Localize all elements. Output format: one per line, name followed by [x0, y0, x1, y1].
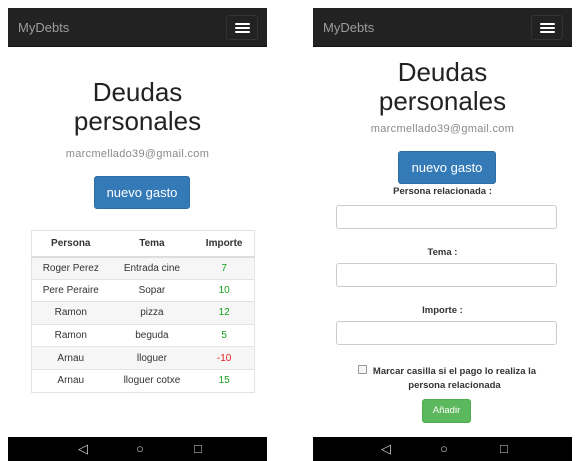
table-row: Arnau lloguer -10	[31, 346, 255, 370]
brand-link[interactable]: MyDebts	[18, 20, 69, 35]
column-header-importe: Importe	[194, 230, 255, 258]
navbar: MyDebts	[8, 8, 267, 47]
cell-persona: Ramon	[31, 301, 110, 325]
cell-importe: -10	[194, 346, 255, 370]
column-header-persona: Persona	[31, 230, 110, 258]
brand-link[interactable]: MyDebts	[323, 20, 374, 35]
cell-persona: Ramon	[31, 323, 110, 347]
column-header-tema: Tema	[109, 230, 195, 258]
user-email: marcmellado39@gmail.com	[370, 123, 515, 135]
add-expense-screen: MyDebts Deudas personales marcmellado39@…	[313, 8, 572, 461]
back-icon[interactable]: ◁	[78, 441, 88, 457]
new-expense-button[interactable]: nuevo gasto	[94, 176, 190, 209]
page-title-line2: personales	[378, 86, 507, 116]
recents-icon[interactable]: □	[500, 441, 508, 457]
cell-importe: 10	[194, 278, 255, 302]
cell-importe: 12	[194, 301, 255, 325]
debts-table: Persona Tema Importe Roger Perez Entrada…	[31, 230, 255, 393]
cell-importe: 5	[194, 323, 255, 347]
table-header-row: Persona Tema Importe	[31, 230, 255, 258]
payer-checkbox-label: Marcar casilla si el pago lo realiza la …	[372, 366, 537, 391]
cell-importe: 15	[194, 368, 255, 393]
cell-tema: Sopar	[109, 278, 195, 302]
table-row: Roger Perez Entrada cine 7	[31, 256, 255, 280]
new-expense-button[interactable]: nuevo gasto	[398, 151, 496, 184]
cell-tema: lloguer cotxe	[109, 368, 195, 393]
home-icon[interactable]: ○	[136, 441, 144, 457]
table-row: Ramon pizza 12	[31, 301, 255, 325]
menu-toggle-button[interactable]	[531, 15, 563, 40]
hamburger-icon	[235, 23, 250, 25]
cell-persona: Arnau	[31, 346, 110, 370]
page-title-line1: Deudas	[397, 57, 488, 87]
navbar: MyDebts	[313, 8, 572, 47]
cell-tema: lloguer	[109, 346, 195, 370]
user-email: marcmellado39@gmail.com	[65, 148, 210, 160]
importe-input[interactable]	[336, 321, 557, 345]
recents-icon[interactable]: □	[194, 441, 202, 457]
menu-toggle-button[interactable]	[226, 15, 258, 40]
table-row: Ramon beguda 5	[31, 323, 255, 347]
back-icon[interactable]: ◁	[381, 441, 391, 457]
persona-label: Persona relacionada :	[393, 186, 492, 197]
add-button[interactable]: Añadir	[422, 399, 471, 423]
page-title: Deudas personales	[313, 58, 572, 116]
system-nav-bar: ◁ ○ □	[313, 437, 572, 461]
importe-label: Importe :	[422, 305, 463, 316]
cell-tema: beguda	[109, 323, 195, 347]
tema-label: Tema :	[427, 247, 458, 258]
page-title-line2: personales	[73, 106, 202, 136]
page-title-line1: Deudas	[92, 77, 183, 107]
hamburger-icon	[540, 23, 555, 25]
table-row: Arnau lloguer cotxe 15	[31, 368, 255, 393]
cell-persona: Arnau	[31, 368, 110, 393]
cell-importe: 7	[194, 256, 255, 280]
cell-tema: pizza	[109, 301, 195, 325]
debts-list-screen: MyDebts Deudas personales marcmellado39@…	[8, 8, 267, 461]
table-row: Pere Peraire Sopar 10	[31, 278, 255, 302]
system-nav-bar: ◁ ○ □	[8, 437, 267, 461]
home-icon[interactable]: ○	[440, 441, 448, 457]
cell-persona: Pere Peraire	[31, 278, 110, 302]
cell-persona: Roger Perez	[31, 256, 110, 280]
persona-input[interactable]	[336, 205, 557, 229]
cell-tema: Entrada cine	[109, 256, 195, 280]
page-title: Deudas personales	[8, 78, 267, 136]
tema-input[interactable]	[336, 263, 557, 287]
